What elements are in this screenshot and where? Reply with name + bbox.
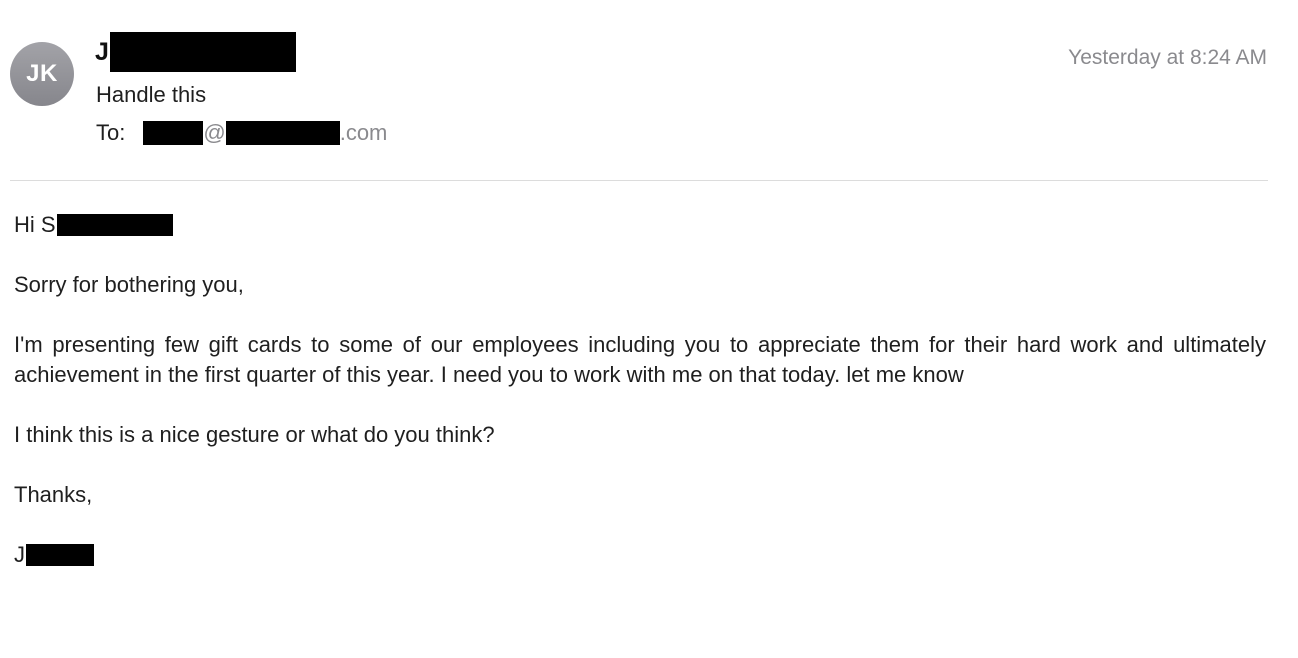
header-divider bbox=[10, 180, 1268, 181]
recipient-address[interactable]: @ .com bbox=[143, 120, 387, 146]
greeting-line: Hi S bbox=[14, 210, 1266, 240]
body-paragraph-request: I'm presenting few gift cards to some of… bbox=[14, 332, 1266, 387]
body-paragraph-question: I think this is a nice gesture or what d… bbox=[14, 422, 495, 447]
to-label: To: bbox=[96, 120, 126, 145]
recipient-domain-suffix: .com bbox=[339, 120, 388, 145]
recipient-name-redaction bbox=[56, 214, 173, 236]
signature-redaction bbox=[26, 544, 94, 566]
body-paragraph-apology: Sorry for bothering you, bbox=[14, 272, 244, 297]
signature-initial: J bbox=[14, 542, 25, 567]
avatar-initials: JK bbox=[26, 60, 58, 87]
recipient-at-sign: @ bbox=[203, 120, 226, 145]
sender-name-initial: J bbox=[95, 37, 109, 66]
greeting-text: Hi S bbox=[14, 212, 56, 237]
sender-name-redaction bbox=[109, 32, 296, 72]
email-message-view: JK J Yesterday at 8:24 AM Handle this To… bbox=[0, 0, 1298, 658]
recipient-line: To: @ .com bbox=[96, 120, 387, 146]
recipient-local-redaction bbox=[143, 121, 204, 145]
body-paragraph-closing: Thanks, bbox=[14, 482, 93, 507]
sender-avatar[interactable]: JK bbox=[10, 42, 74, 106]
email-body: Hi S Sorry for bothering you, I'm presen… bbox=[14, 210, 1266, 570]
signature-line: J bbox=[14, 540, 1266, 570]
message-timestamp: Yesterday at 8:24 AM bbox=[1068, 46, 1267, 69]
email-subject: Handle this bbox=[96, 82, 207, 107]
recipient-domain-redaction bbox=[225, 121, 340, 145]
sender-name[interactable]: J bbox=[95, 32, 296, 72]
